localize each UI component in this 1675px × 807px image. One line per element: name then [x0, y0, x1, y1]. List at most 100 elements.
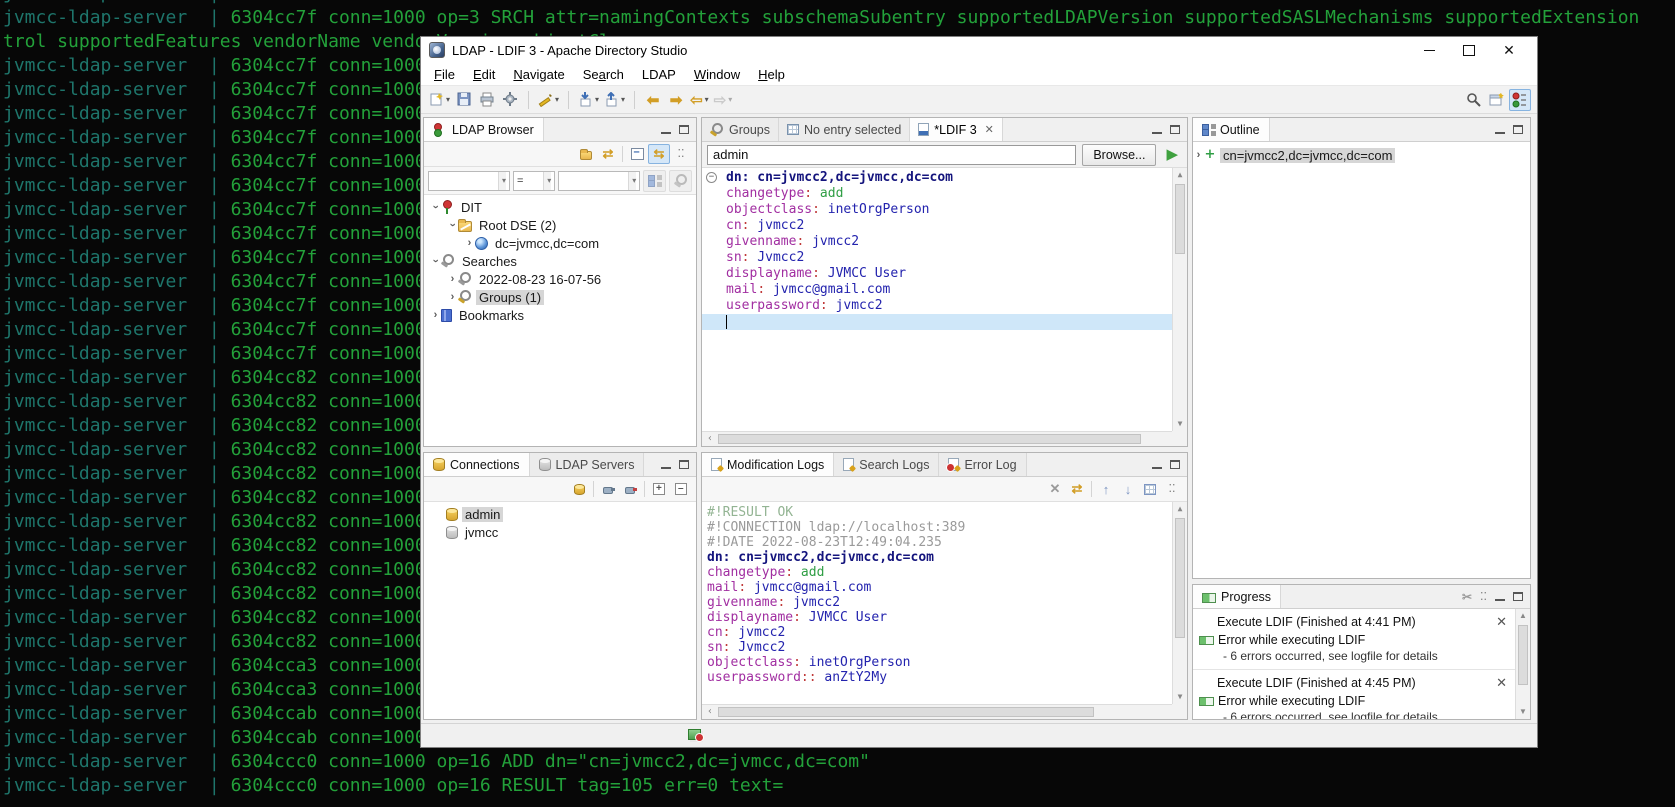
- outline-item[interactable]: › cn=jvmcc2,dc=jvmcc,dc=com: [1193, 146, 1530, 164]
- modification-logs-status-icon[interactable]: [688, 728, 704, 742]
- tab-search-logs[interactable]: Search Logs: [834, 453, 940, 476]
- parent-entry-icon[interactable]: [575, 144, 597, 164]
- expand-all-icon[interactable]: [648, 479, 670, 499]
- tree-item-groups-1-[interactable]: › Groups (1): [424, 288, 696, 306]
- editor-tab--ldif-3[interactable]: *LDIF 3 ✕: [910, 118, 1003, 141]
- chevron-down-icon[interactable]: ›: [447, 220, 459, 231]
- tab-modification-logs[interactable]: Modification Logs: [702, 453, 835, 476]
- ldap-perspective-icon[interactable]: [1509, 88, 1531, 111]
- maximize-view-icon[interactable]: [1170, 125, 1180, 134]
- maximize-view-icon[interactable]: [679, 125, 689, 134]
- menu-edit[interactable]: Edit: [464, 65, 504, 84]
- collapse-all-icon[interactable]: [670, 479, 692, 499]
- close-icon[interactable]: ✕: [1489, 38, 1529, 62]
- new-wizard-icon[interactable]: ▾: [427, 89, 452, 111]
- import-icon[interactable]: ▾: [576, 89, 601, 111]
- clear-log-icon[interactable]: ✕: [1044, 479, 1066, 499]
- minimize-view-icon[interactable]: [1495, 598, 1505, 601]
- remove-all-finished-icon[interactable]: ✂: [1462, 590, 1472, 604]
- minimize-view-icon[interactable]: [1152, 131, 1162, 134]
- logs-horizontal-scrollbar[interactable]: ‹: [702, 704, 1172, 719]
- tab-connections[interactable]: Connections: [424, 453, 530, 476]
- older-log-icon[interactable]: ↑: [1095, 479, 1117, 499]
- execute-ldif-icon[interactable]: ▶: [1166, 147, 1178, 162]
- maximize-icon[interactable]: [1449, 38, 1489, 62]
- refresh-icon[interactable]: ⇄: [1066, 479, 1088, 499]
- maximize-view-icon[interactable]: [1513, 125, 1523, 134]
- fold-minus-icon[interactable]: −: [706, 172, 717, 183]
- edit-entry-pencil-icon[interactable]: ▾: [536, 89, 561, 111]
- connection-item-jvmcc[interactable]: jvmcc: [424, 523, 696, 541]
- quick-filter-icon[interactable]: [669, 169, 692, 192]
- cancel-job-icon[interactable]: ✕: [1492, 614, 1511, 630]
- collapse-all-icon[interactable]: [626, 144, 648, 164]
- menu-window[interactable]: Window: [685, 65, 749, 84]
- editor-tab-groups[interactable]: Groups: [702, 118, 779, 141]
- chevron-down-icon[interactable]: ›: [430, 202, 442, 213]
- export-icon[interactable]: ▾: [602, 89, 627, 111]
- close-connection-icon[interactable]: [619, 479, 641, 499]
- chevron-right-icon[interactable]: ›: [1193, 149, 1204, 161]
- chevron-right-icon[interactable]: ›: [464, 237, 475, 249]
- ldap-browser-tree[interactable]: › DIT › Root DSE (2) › dc=jvmcc,dc=com › Search…: [424, 195, 696, 446]
- filter-attribute-select[interactable]: ▾: [428, 170, 511, 191]
- tree-item-searches[interactable]: › Searches: [424, 252, 696, 270]
- hierarchy-icon[interactable]: [643, 169, 667, 192]
- open-connection-icon[interactable]: [597, 479, 619, 499]
- minimize-view-icon[interactable]: [1152, 466, 1162, 469]
- tab-ldap-servers[interactable]: LDAP Servers: [529, 453, 645, 476]
- menu-navigate[interactable]: Navigate: [504, 65, 573, 84]
- logs-vertical-scrollbar[interactable]: ▲ ▼: [1172, 502, 1187, 704]
- maximize-view-icon[interactable]: [679, 460, 689, 469]
- menu-help[interactable]: Help: [749, 65, 794, 84]
- view-menu-icon[interactable]: ⁚⁚: [670, 144, 692, 164]
- minimize-view-icon[interactable]: [661, 131, 671, 134]
- back-location-icon[interactable]: ⬅: [642, 89, 664, 111]
- view-menu-icon[interactable]: ⁚⁚: [1161, 479, 1183, 499]
- refresh-icon[interactable]: ⇄: [597, 144, 619, 164]
- back-history-icon[interactable]: ⇦ ▾: [688, 89, 711, 111]
- tree-item-2022-08-23-16-07-56[interactable]: › 2022-08-23 16-07-56: [424, 270, 696, 288]
- ldif-editor[interactable]: − dn: cn=jvmcc2,dc=jvmcc,dc=com changetype…: [702, 168, 1187, 446]
- tree-item-root-dse-2-[interactable]: › Root DSE (2): [424, 216, 696, 234]
- tab-progress[interactable]: Progress: [1193, 585, 1282, 608]
- browse-button[interactable]: Browse...: [1082, 143, 1157, 166]
- connection-item-admin[interactable]: admin: [424, 505, 696, 523]
- link-with-editor-icon[interactable]: ⇆: [648, 144, 670, 164]
- menu-file[interactable]: File: [425, 65, 464, 84]
- search-icon[interactable]: [1463, 89, 1485, 111]
- menu-search[interactable]: Search: [574, 65, 633, 84]
- tree-item-dit[interactable]: › DIT: [424, 198, 696, 216]
- tab-outline[interactable]: Outline: [1193, 118, 1270, 141]
- chevron-right-icon[interactable]: ›: [447, 273, 458, 285]
- forward-location-icon[interactable]: ➡: [665, 89, 687, 111]
- tree-item-bookmarks[interactable]: › Bookmarks: [424, 306, 696, 324]
- maximize-view-icon[interactable]: [1170, 460, 1180, 469]
- editor-vertical-scrollbar[interactable]: ▲ ▼: [1172, 168, 1187, 431]
- progress-scrollbar[interactable]: ▲ ▼: [1515, 609, 1530, 719]
- chevron-right-icon[interactable]: ›: [430, 309, 441, 321]
- minimize-icon[interactable]: [1409, 38, 1449, 62]
- close-tab-icon[interactable]: ✕: [985, 123, 994, 136]
- minimize-view-icon[interactable]: [661, 466, 671, 469]
- tab-ldap-browser[interactable]: LDAP Browser: [424, 118, 544, 141]
- minimize-view-icon[interactable]: [1495, 131, 1505, 134]
- dn-input[interactable]: [707, 144, 1077, 165]
- maximize-view-icon[interactable]: [1513, 592, 1523, 601]
- chevron-right-icon[interactable]: ›: [447, 291, 458, 303]
- title-bar[interactable]: LDAP - LDIF 3 - Apache Directory Studio …: [421, 37, 1537, 63]
- open-perspective-icon[interactable]: [1486, 89, 1508, 111]
- forward-history-icon[interactable]: ⇨ ▾: [712, 89, 735, 111]
- chevron-down-icon[interactable]: ›: [430, 256, 442, 267]
- menu-ldap[interactable]: LDAP: [633, 65, 685, 84]
- view-menu-icon[interactable]: ⁚⁚: [1480, 591, 1487, 602]
- save-icon[interactable]: [453, 89, 475, 111]
- editor-tab-no-entry-selected[interactable]: No entry selected: [779, 118, 911, 141]
- cancel-job-icon[interactable]: ✕: [1492, 675, 1511, 691]
- editor-horizontal-scrollbar[interactable]: ‹: [702, 431, 1172, 446]
- export-log-icon[interactable]: [1139, 479, 1161, 499]
- connections-list[interactable]: admin jvmcc: [424, 502, 696, 719]
- new-connection-icon[interactable]: [568, 479, 590, 499]
- print-icon[interactable]: [476, 89, 498, 111]
- newer-log-icon[interactable]: ↓: [1117, 479, 1139, 499]
